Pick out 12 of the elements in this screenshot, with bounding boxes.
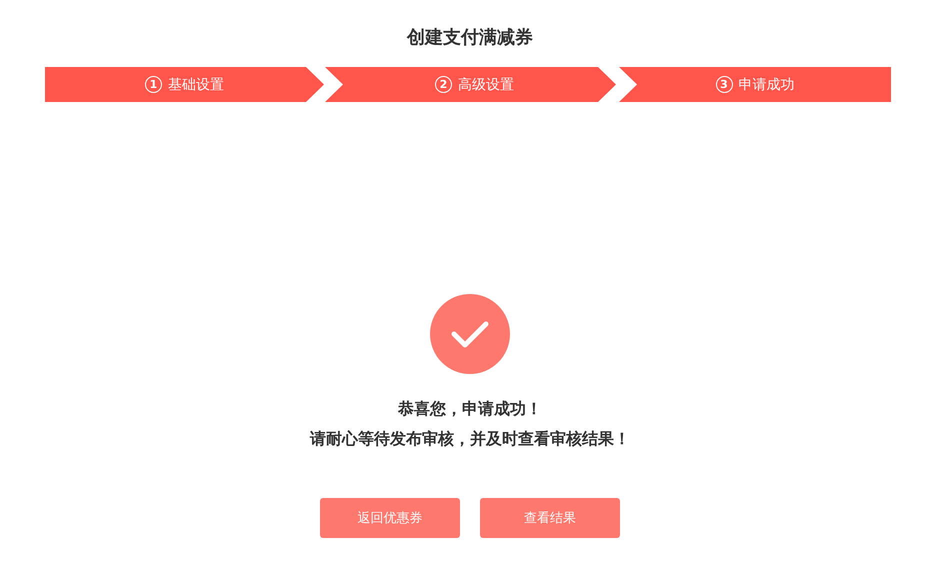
result-message: 请耐心等待发布审核，并及时查看审核结果！ [310, 428, 630, 450]
step-label: 申请成功 [738, 76, 794, 94]
page-title: 创建支付满减券 [406, 26, 534, 50]
success-check-icon [430, 294, 510, 374]
step-label: 基础设置 [168, 76, 224, 94]
step-number: 3 [716, 76, 732, 93]
action-button[interactable]: 查看结果 [480, 498, 620, 538]
action-button[interactable]: 返回优惠券 [320, 498, 460, 538]
step-label: 高级设置 [458, 76, 514, 94]
result-message: 恭喜您，申请成功！ [396, 398, 543, 420]
step-number: 1 [145, 76, 162, 93]
step-number: 2 [435, 76, 452, 93]
